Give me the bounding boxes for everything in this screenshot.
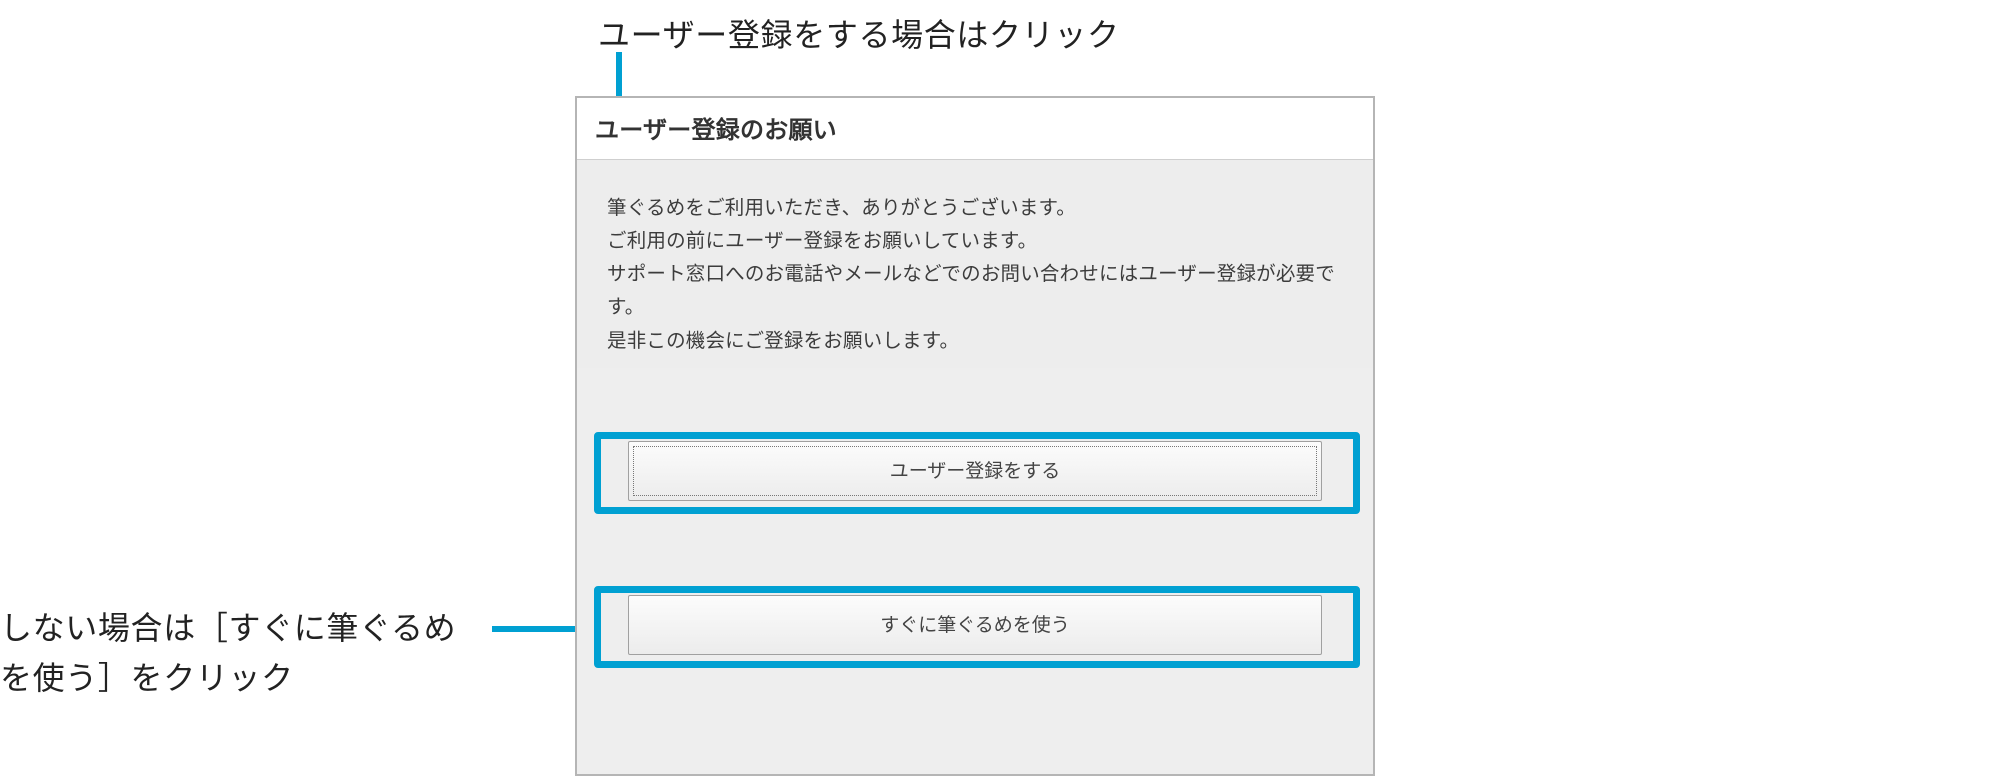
user-registration-dialog: ユーザー登録のお願い 筆ぐるめをご利用いただき、ありがとうございます。 ご利用の… <box>575 96 1375 776</box>
body-line-4: 是非この機会にご登録をお願いします。 <box>607 330 959 352</box>
register-button[interactable]: ユーザー登録をする <box>628 441 1322 501</box>
callout-bottom-text: しない場合は［すぐに筆ぐるめ を使う］をクリック <box>0 604 500 703</box>
callout-bottom-line2: を使う］をクリック <box>0 660 294 696</box>
body-line-3: サポート窓口へのお電話やメールなどでのお問い合わせにはユーザー登録が必要です。 <box>607 263 1335 318</box>
callout-top-text: ユーザー登録をする場合はクリック <box>598 10 1120 56</box>
body-line-2: ご利用の前にユーザー登録をお願いしています。 <box>607 230 1037 252</box>
dialog-body: 筆ぐるめをご利用いただき、ありがとうございます。 ご利用の前にユーザー登録をお願… <box>577 160 1373 368</box>
body-line-1: 筆ぐるめをご利用いただき、ありがとうございます。 <box>607 197 1076 219</box>
use-now-button[interactable]: すぐに筆ぐるめを使う <box>628 595 1322 655</box>
dialog-title: ユーザー登録のお願い <box>595 110 1355 145</box>
dialog-body-text: 筆ぐるめをご利用いただき、ありがとうございます。 ご利用の前にユーザー登録をお願… <box>607 192 1343 358</box>
dialog-header: ユーザー登録のお願い <box>577 98 1373 160</box>
callout-bottom-line1: しない場合は［すぐに筆ぐるめ <box>0 610 456 646</box>
